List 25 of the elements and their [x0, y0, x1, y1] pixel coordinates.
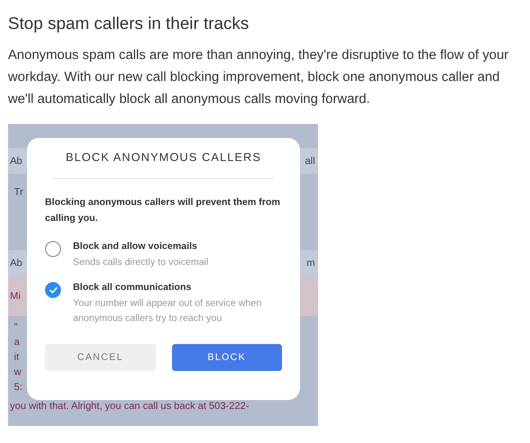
check-icon	[48, 286, 58, 294]
dialog-message: Blocking anonymous callers will prevent them from calling you.	[45, 196, 282, 226]
background-text: 5:	[14, 382, 22, 393]
background-text: you with that. Alright, you can call us back at 503-222-	[10, 400, 250, 412]
radio-button[interactable]	[45, 282, 61, 298]
radio-button[interactable]	[45, 241, 61, 257]
option-label: Block all communications	[73, 282, 192, 293]
option-description: Sends calls directly to voicemail	[73, 256, 208, 270]
background-text: a	[14, 337, 20, 348]
paragraph: Anonymous spam calls are more than annoying, they're disruptive to the flow of your workday. With our new call blocking improvement, block one anonymous caller and we'll automatically block all anonymous calls moving forward.	[8, 46, 510, 108]
background-text: all	[304, 156, 315, 166]
block-button[interactable]: BLOCK	[172, 344, 282, 371]
background-text: Ab	[10, 156, 22, 166]
background-text: w	[14, 367, 22, 378]
background-text: Ab	[10, 258, 22, 268]
option-label: Block and allow voicemails	[73, 241, 198, 252]
background-text: "	[14, 322, 18, 333]
dialog-title: BLOCK ANONYMOUS CALLERS	[53, 152, 274, 179]
cancel-button[interactable]: CANCEL	[45, 344, 156, 371]
background-text: it	[14, 352, 19, 363]
background-text: m	[306, 258, 315, 268]
heading: Stop spam callers in their tracks	[8, 14, 250, 34]
background-text: Tr	[14, 186, 24, 198]
option-description: Your number will appear out of service when anonymous callers try to reach you	[73, 297, 262, 326]
background-text: Mi	[10, 290, 21, 302]
